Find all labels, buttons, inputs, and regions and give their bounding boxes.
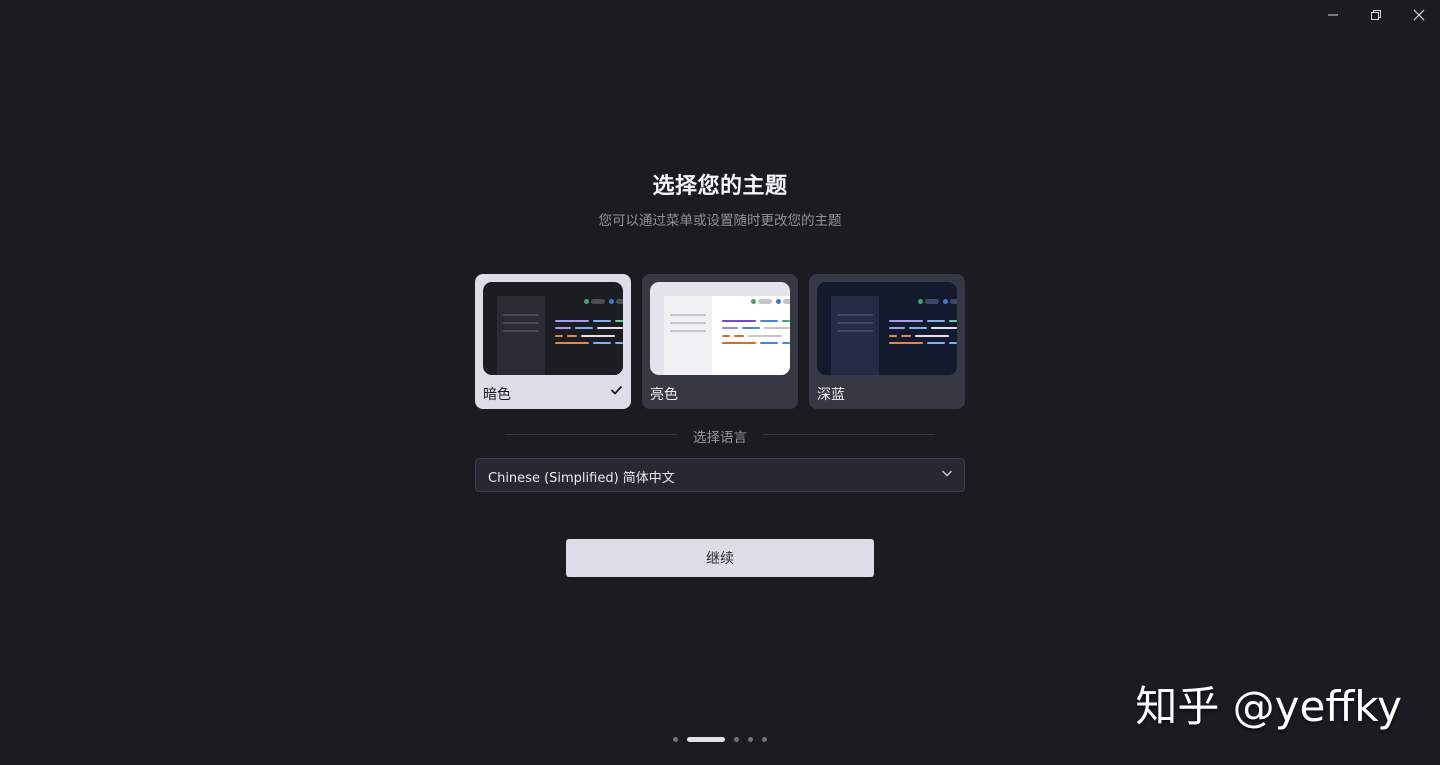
theme-label-deep-blue: 深蓝 <box>817 387 845 403</box>
theme-preview-dark <box>483 282 623 375</box>
continue-button[interactable]: 继续 <box>566 539 874 577</box>
check-icon <box>611 386 622 395</box>
language-section-header: 选择语言 <box>505 425 935 446</box>
theme-options: 暗色 亮色 深蓝 <box>475 274 965 410</box>
restore-icon <box>1370 10 1381 20</box>
pager-dot[interactable] <box>762 737 767 742</box>
page-subtitle: 您可以通过菜单或设置随时更改您的主题 <box>598 213 842 229</box>
pager-dot-active[interactable] <box>687 737 725 742</box>
theme-preview-light <box>650 282 790 375</box>
language-section-label: 选择语言 <box>693 430 747 446</box>
window-controls <box>1311 0 1440 30</box>
theme-preview-deep-blue <box>817 282 957 375</box>
theme-card-deep-blue[interactable]: 深蓝 <box>809 274 965 409</box>
watermark: 知乎 @yeffky <box>1135 682 1402 731</box>
pager-dot[interactable] <box>734 737 739 742</box>
language-select[interactable]: Chinese (Simplified) 简体中文 <box>475 458 965 492</box>
pager <box>0 737 1440 743</box>
theme-label-dark: 暗色 <box>483 387 511 403</box>
chevron-down-icon <box>942 470 952 477</box>
close-button[interactable] <box>1397 0 1440 30</box>
theme-card-dark[interactable]: 暗色 <box>475 274 631 409</box>
divider <box>763 434 935 435</box>
close-icon <box>1413 9 1424 21</box>
pager-dot[interactable] <box>673 737 678 742</box>
theme-card-light[interactable]: 亮色 <box>642 274 798 409</box>
restore-button[interactable] <box>1354 0 1397 30</box>
pager-dot[interactable] <box>748 737 753 742</box>
minimize-button[interactable] <box>1311 0 1354 30</box>
minimize-icon <box>1327 14 1338 16</box>
theme-label-light: 亮色 <box>650 387 678 403</box>
page-title: 选择您的主题 <box>652 174 788 199</box>
language-select-value: Chinese (Simplified) 简体中文 <box>488 471 675 486</box>
